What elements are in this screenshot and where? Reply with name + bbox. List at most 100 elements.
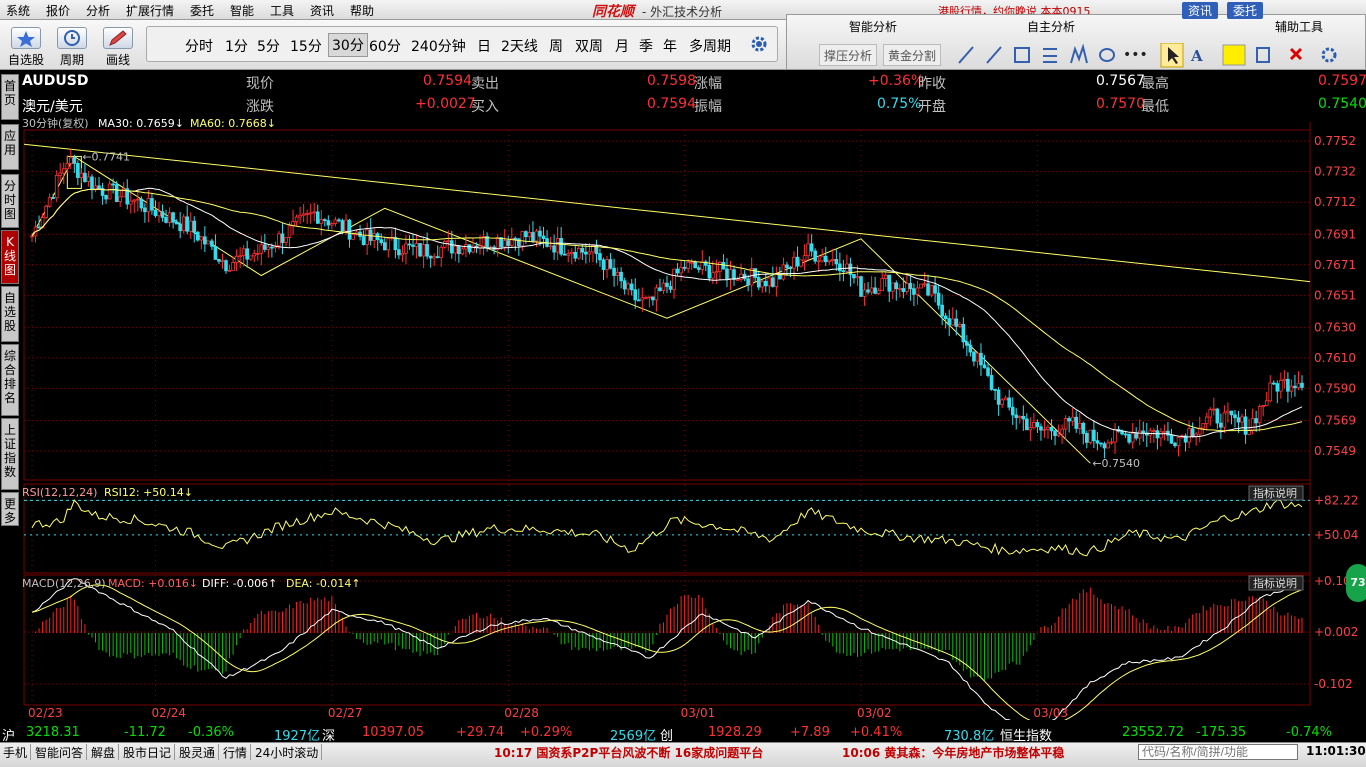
ray-tool-icon[interactable] xyxy=(986,46,1002,64)
news-ticker-1[interactable]: 10:17 国资系P2P平台风波不断 16家成问题平台 xyxy=(494,744,763,761)
period-2day[interactable]: 2天线 xyxy=(501,36,538,56)
watchlist-button[interactable]: 自选股 xyxy=(6,24,46,68)
sz-index[interactable]: 10397.05 xyxy=(362,725,424,740)
menu-help[interactable]: 帮助 xyxy=(350,2,374,19)
tab-timeshare[interactable]: 分时图 xyxy=(1,174,19,228)
chart-canvas[interactable]: 0.7752 0.7732 0.7712 0.7691 0.7671 0.7651 0.76… xyxy=(20,70,1366,720)
tab-sh-index[interactable]: 上证指数 xyxy=(1,418,19,490)
menu-quote[interactable]: 报价 xyxy=(46,2,70,19)
candle-body xyxy=(1268,382,1273,402)
period-30m[interactable]: 30分 xyxy=(328,33,368,57)
menu-smart[interactable]: 智能 xyxy=(230,2,254,19)
candle-body xyxy=(799,259,803,267)
candle-body xyxy=(111,183,115,186)
code-search-input[interactable] xyxy=(1138,744,1298,760)
candle-body xyxy=(866,289,870,293)
mobile-button[interactable]: 手机 xyxy=(0,744,32,760)
golden-section-button[interactable]: 黄金分割 xyxy=(883,44,942,66)
menu-tools[interactable]: 工具 xyxy=(270,2,294,19)
aux-tools-header[interactable]: 辅助工具 xyxy=(1275,18,1323,35)
stock-diary-button[interactable]: 股市日记 xyxy=(120,744,176,760)
date-tick-label: 02/24 xyxy=(151,706,186,720)
period-240m[interactable]: 240分钟 xyxy=(411,36,466,56)
candle-body xyxy=(97,185,101,189)
period-year[interactable]: 年 xyxy=(663,36,677,56)
settings-gear-icon[interactable] xyxy=(750,35,768,56)
ellipse-tool-icon[interactable] xyxy=(1099,48,1115,62)
smart-qa-button[interactable]: 智能问答 xyxy=(32,744,88,760)
period-2week[interactable]: 双周 xyxy=(575,36,603,56)
period-60m[interactable]: 60分 xyxy=(369,36,401,56)
candle-body xyxy=(114,184,119,202)
candle-body xyxy=(1035,422,1040,428)
wave-tool-icon[interactable] xyxy=(1070,43,1088,64)
tool-settings-gear-icon[interactable] xyxy=(1321,47,1337,63)
rect-tool-icon[interactable] xyxy=(1014,47,1030,63)
hs-index[interactable]: 23552.72 xyxy=(1122,725,1184,740)
period-day[interactable]: 日 xyxy=(477,36,491,56)
delete-tool-icon[interactable] xyxy=(1289,47,1303,61)
market-review-button[interactable]: 解盘 xyxy=(88,744,120,760)
candle-body xyxy=(1085,433,1089,443)
tab-apps[interactable]: 应用 xyxy=(1,124,19,170)
menu-trade[interactable]: 委托 xyxy=(190,2,214,19)
candle-body xyxy=(989,375,994,390)
trade-button[interactable]: 委托 xyxy=(1227,2,1264,19)
draw-line-button[interactable]: 画线 xyxy=(98,24,138,68)
candle-body xyxy=(562,253,567,256)
cy-index[interactable]: 1928.29 xyxy=(708,725,762,740)
candle-body xyxy=(679,266,683,274)
candle-body xyxy=(541,235,546,239)
clock-icon xyxy=(57,27,87,49)
menu-info[interactable]: 资讯 xyxy=(310,2,334,19)
period-5m[interactable]: 5分 xyxy=(257,36,280,56)
quotes-button[interactable]: 行情 xyxy=(220,744,252,760)
candle-body xyxy=(1204,416,1209,424)
candle-body xyxy=(213,246,218,260)
period-week[interactable]: 周 xyxy=(549,36,563,56)
tab-watchlist[interactable]: 自选股 xyxy=(1,286,19,342)
menu-extended[interactable]: 扩展行情 xyxy=(126,2,174,19)
self-analysis-header[interactable]: 自主分析 xyxy=(1027,18,1075,35)
candle-body xyxy=(1127,433,1131,443)
candle-body xyxy=(862,289,867,297)
info-button[interactable]: 资讯 xyxy=(1182,2,1219,19)
text-tool-icon[interactable]: A xyxy=(1190,47,1203,65)
period-month[interactable]: 月 xyxy=(615,36,629,56)
candle-body xyxy=(185,216,190,232)
candle-body xyxy=(457,245,461,255)
floating-badge[interactable]: 73 xyxy=(1346,564,1366,602)
candle-body xyxy=(220,260,225,263)
more-tools-icon[interactable]: ••• xyxy=(1123,47,1148,63)
tab-more[interactable]: 更多 xyxy=(1,492,19,526)
candle-body xyxy=(615,271,620,276)
period-tick[interactable]: 分时 xyxy=(185,36,213,56)
tab-ranking[interactable]: 综合排名 xyxy=(1,344,19,416)
candle-body xyxy=(118,196,122,202)
line-tool-icon[interactable] xyxy=(958,46,974,64)
tab-kline[interactable]: K线图 xyxy=(1,230,19,284)
period-season[interactable]: 季 xyxy=(639,36,653,56)
candle-body xyxy=(72,157,77,164)
period-button[interactable]: 周期 xyxy=(52,24,92,68)
candle-body xyxy=(919,283,923,289)
save-tool-icon[interactable] xyxy=(1256,47,1270,63)
period-multi[interactable]: 多周期 xyxy=(689,36,731,56)
candle-body xyxy=(1021,415,1026,420)
candle-body xyxy=(337,219,341,222)
color-picker-icon[interactable] xyxy=(1222,44,1246,66)
candle-body xyxy=(753,268,757,278)
period-15m[interactable]: 15分 xyxy=(290,36,322,56)
sh-index[interactable]: 3218.31 xyxy=(26,725,80,740)
rolling-news-button[interactable]: 24小时滚动 xyxy=(252,744,323,760)
menu-system[interactable]: 系统 xyxy=(6,2,30,19)
tab-home[interactable]: 首页 xyxy=(1,74,19,120)
candle-body xyxy=(54,175,59,199)
news-ticker-2[interactable]: 10:06 黄其森：今年房地产市场整体平稳 xyxy=(842,744,1064,761)
stock-link-button[interactable]: 股灵通 xyxy=(176,744,220,760)
smart-analysis-header[interactable]: 智能分析 xyxy=(849,18,897,35)
support-resistance-button[interactable]: 撑压分析 xyxy=(819,44,878,66)
period-1m[interactable]: 1分 xyxy=(225,36,248,56)
panel-frame xyxy=(23,574,1311,706)
menu-analysis[interactable]: 分析 xyxy=(86,2,110,19)
